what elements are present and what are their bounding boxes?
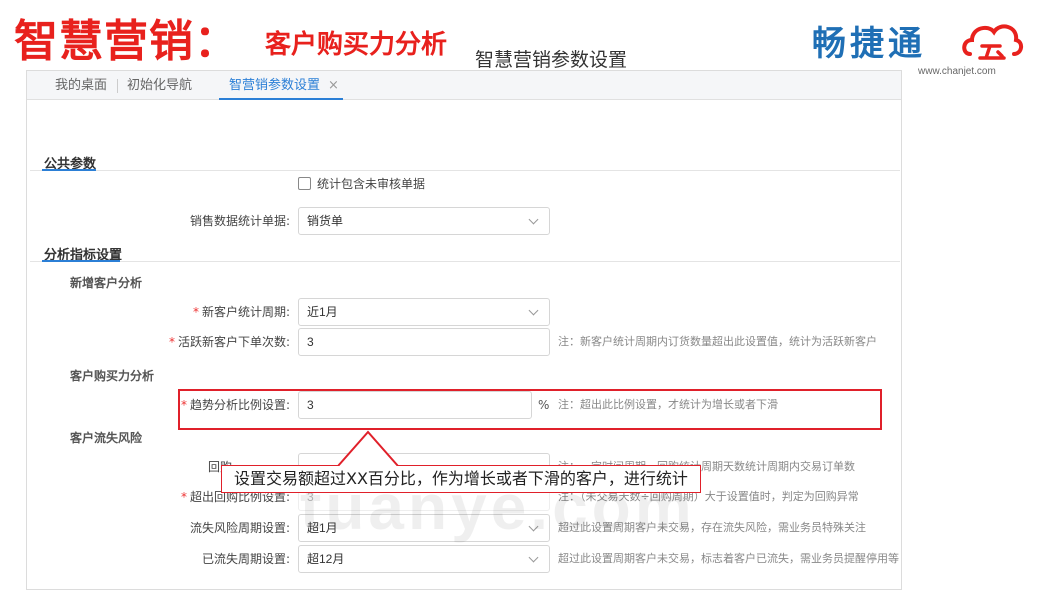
callout-text: 设置交易额超过XX百分比，作为增长或者下滑的客户，进行统计 [222,466,700,492]
callout-bubble [221,430,701,493]
